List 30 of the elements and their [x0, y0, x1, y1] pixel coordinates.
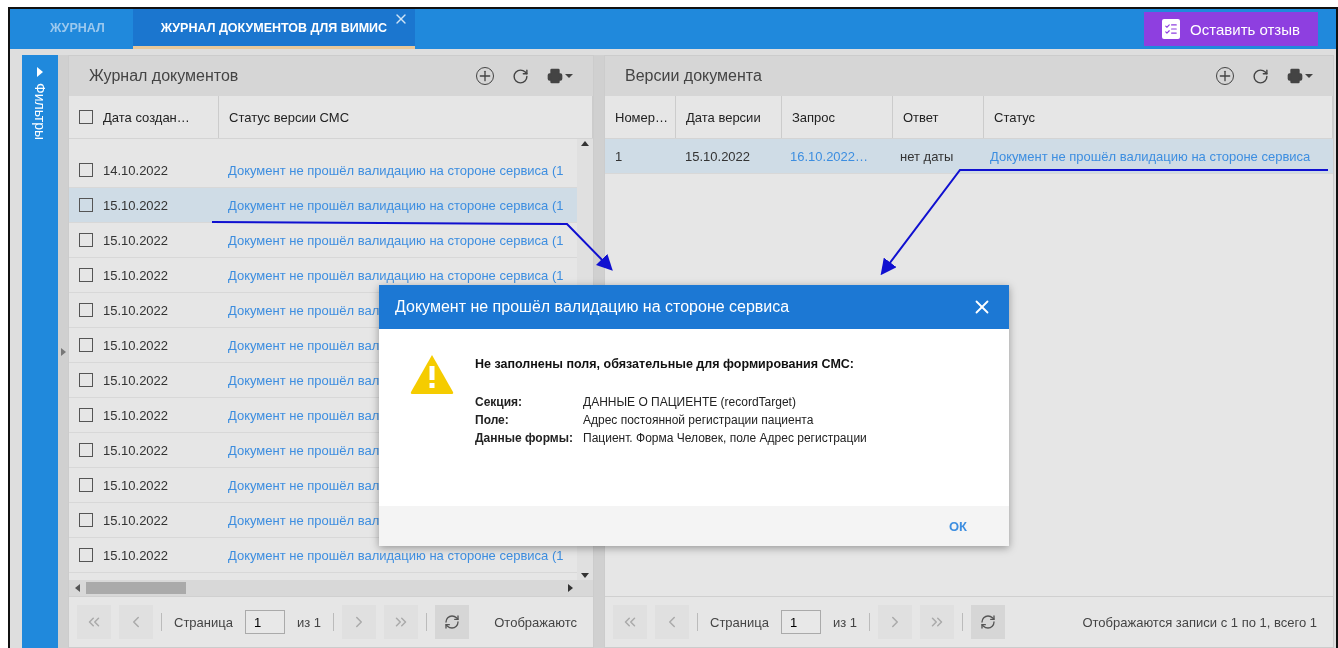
table-cell-text: 15.10.2022 — [102, 407, 170, 423]
table-cell-text: 15.10.2022 — [102, 337, 170, 353]
table-cell-text: 15.10.2022 — [102, 477, 170, 493]
table-cell-text: 15.10.2022 — [102, 512, 170, 528]
table-cell-text: 15.10.2022 — [684, 148, 752, 164]
field-value: Пациент. Форма Человек, поле Адрес регистрации — [583, 431, 867, 445]
field-label: Поле: — [475, 413, 510, 427]
panel-title: Версии документа — [625, 67, 762, 85]
page-count: из 1 — [296, 614, 321, 630]
table-cell-text: 14.10.2022 — [102, 162, 170, 178]
table-cell-text: нет даты — [899, 148, 955, 164]
records-info: Отображаются записи с 1 по 1, всего 1 — [1082, 614, 1318, 630]
table-cell-text: 15.10.2022 — [102, 267, 170, 283]
table-cell-text: 15.10.2022 — [102, 442, 170, 458]
field-label: Данные формы: — [475, 431, 574, 445]
table-cell-text: 1 — [614, 148, 624, 164]
filters-label: Фильтры — [32, 83, 48, 141]
page-label: Страница — [710, 614, 769, 630]
table-cell-text: 15.10.2022 — [102, 232, 170, 248]
table-cell-text: 15.10.2022 — [102, 197, 170, 213]
page-count: из 1 — [832, 614, 857, 630]
records-info: Отображаютс — [494, 614, 578, 630]
table-cell-text: 15.10.2022 — [102, 372, 170, 388]
table-cell-text: 15.10.2022 — [102, 547, 170, 563]
field-label: Секция: — [475, 395, 524, 409]
page-label: Страница — [174, 614, 233, 630]
panel-title: Журнал документов — [89, 67, 239, 85]
table-cell-text: 15.10.2022 — [102, 302, 170, 318]
field-value: ДАННЫЕ О ПАЦИЕНТЕ (recordTarget) — [583, 395, 796, 409]
field-value: Адрес постоянной регистрации пациента — [583, 413, 814, 427]
